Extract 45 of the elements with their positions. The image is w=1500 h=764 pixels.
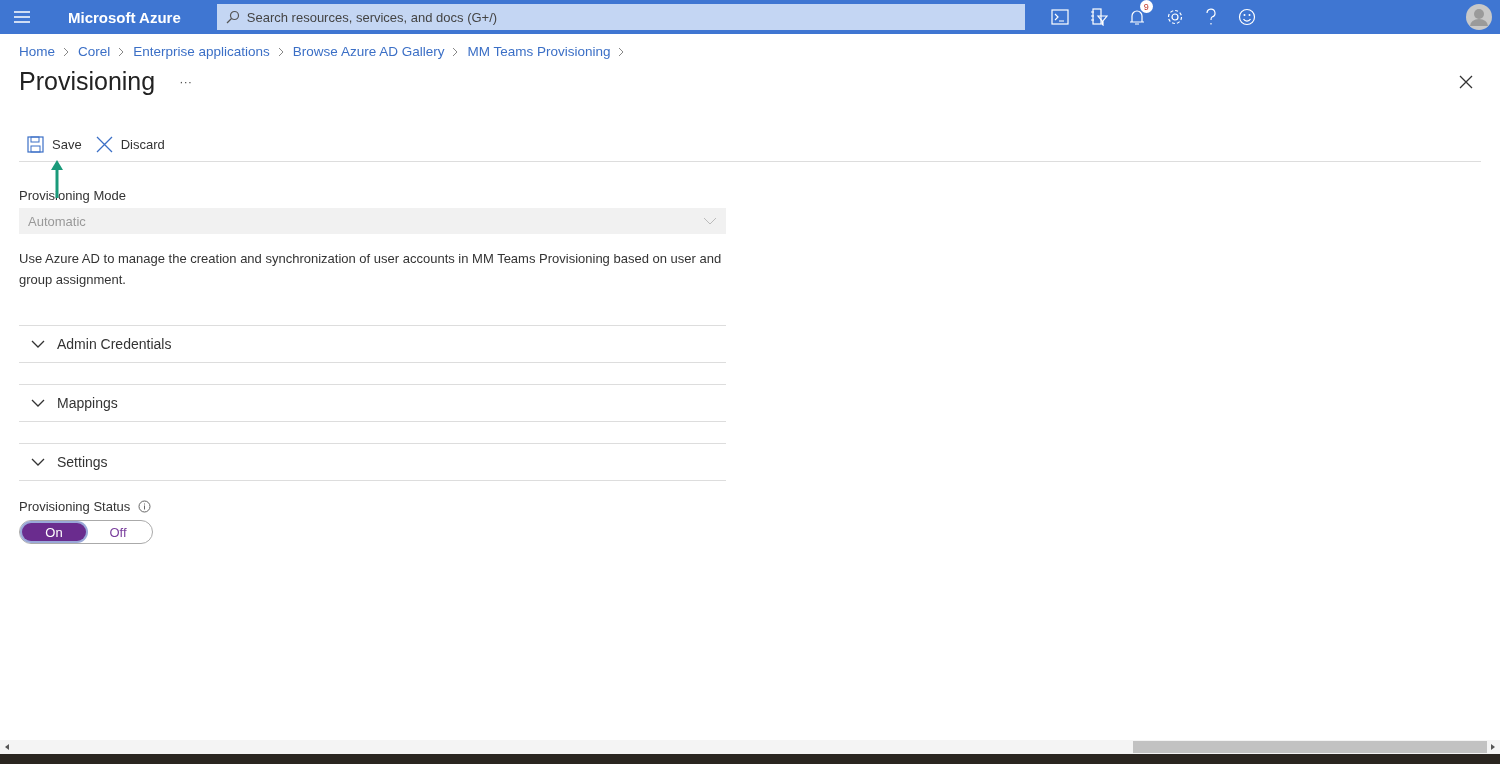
- chevron-down-icon: [31, 399, 45, 407]
- breadcrumb-link[interactable]: Browse Azure AD Gallery: [292, 44, 445, 59]
- discard-button[interactable]: Discard: [95, 136, 165, 153]
- info-icon: [138, 500, 152, 513]
- save-button[interactable]: Save: [27, 136, 82, 153]
- menu-icon[interactable]: [14, 11, 30, 23]
- directory-filter-icon[interactable]: [1089, 8, 1108, 26]
- horizontal-scrollbar[interactable]: [0, 740, 1500, 754]
- breadcrumb-link[interactable]: Enterprise applications: [133, 44, 270, 59]
- search-field[interactable]: Search resources, services, and docs (G+/): [216, 4, 1025, 30]
- chevron-right-icon: [618, 46, 626, 57]
- close-icon: [95, 136, 113, 153]
- chevron-right-icon: [63, 46, 70, 57]
- search-icon: [225, 10, 240, 24]
- section-header[interactable]: Settings: [19, 443, 726, 481]
- toggle-option[interactable]: Off: [86, 523, 150, 541]
- save-icon: [27, 136, 44, 153]
- chevron-right-icon: [452, 46, 460, 57]
- page-title: Provisioning: [19, 67, 156, 96]
- more-button[interactable]: ···: [179, 74, 193, 89]
- chevron-down-icon: [31, 458, 45, 466]
- chevron-right-icon: [277, 46, 285, 57]
- section-header[interactable]: Mappings: [19, 384, 726, 422]
- chevron-down-icon: [703, 217, 717, 225]
- help-icon[interactable]: [1204, 8, 1217, 26]
- smiley-icon[interactable]: [1237, 8, 1256, 26]
- field-label: Provisioning Mode: [19, 188, 127, 203]
- brand-title[interactable]: Microsoft Azure: [68, 8, 181, 26]
- breadcrumb-link[interactable]: Corel: [78, 44, 111, 59]
- toggle-option[interactable]: On: [22, 523, 86, 541]
- notification-badge: 9: [1139, 0, 1153, 13]
- breadcrumb-link[interactable]: MM Teams Provisioning: [467, 44, 611, 59]
- avatar-icon[interactable]: [1466, 4, 1492, 30]
- breadcrumb-link[interactable]: Home: [19, 44, 55, 59]
- scroll-left-icon[interactable]: [3, 743, 11, 751]
- description-text: Use Azure AD to manage the creation and synchronization of user accounts in MM Teams Provisioning based on user and group assignment.: [19, 250, 723, 289]
- settings-icon[interactable]: [1165, 8, 1184, 26]
- terminal-icon[interactable]: [1050, 9, 1069, 25]
- bell-icon[interactable]: [1128, 8, 1145, 26]
- chevron-right-icon: [118, 46, 126, 57]
- close-icon[interactable]: [1459, 74, 1473, 89]
- scroll-right-icon[interactable]: [1489, 743, 1497, 751]
- section-header[interactable]: Admin Credentials: [19, 325, 726, 363]
- field-label: Provisioning Status: [19, 499, 131, 514]
- chevron-down-icon: [31, 340, 45, 348]
